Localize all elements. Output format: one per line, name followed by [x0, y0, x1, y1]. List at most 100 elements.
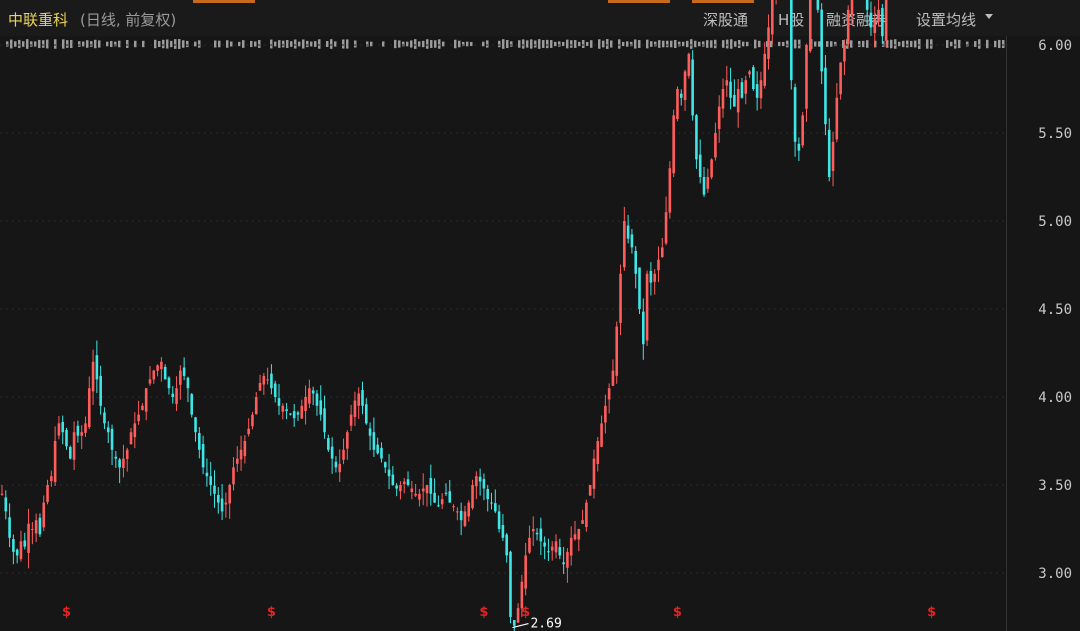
- candle-body: [505, 534, 508, 556]
- candle-body: [736, 89, 740, 113]
- event-marker[interactable]: $: [927, 605, 936, 620]
- candlestick: [486, 485, 490, 512]
- candlestick: [258, 374, 262, 392]
- candlestick: [99, 365, 102, 415]
- candlestick: [797, 137, 801, 162]
- candlestick: [65, 427, 68, 450]
- candlestick: [881, 4, 884, 44]
- candle-body: [839, 62, 842, 95]
- candle-body: [277, 398, 281, 406]
- event-marker[interactable]: $: [673, 605, 682, 620]
- candle-body: [8, 517, 11, 538]
- candle-body: [475, 476, 478, 487]
- candle-body: [103, 412, 106, 424]
- candlestick: [440, 493, 444, 510]
- candle-body: [156, 365, 159, 371]
- candle-body: [459, 510, 463, 521]
- candle-body: [213, 485, 216, 494]
- candle-body: [755, 84, 759, 98]
- candlestick: [122, 444, 125, 478]
- candle-body: [144, 388, 148, 412]
- candle-body: [258, 382, 262, 391]
- candle-body: [167, 377, 171, 389]
- candle-body: [220, 498, 224, 512]
- candle-body: [361, 390, 364, 406]
- candle-body: [300, 405, 304, 419]
- candle-body: [125, 449, 129, 460]
- candle-body: [562, 562, 565, 565]
- candle-body: [175, 388, 178, 404]
- candlestick: [190, 392, 194, 418]
- candlestick: [721, 78, 725, 118]
- candlestick: [839, 62, 842, 100]
- candle-body: [330, 446, 334, 459]
- candle-body: [182, 367, 186, 376]
- candlestick: [623, 206, 626, 271]
- candle-body: [387, 469, 391, 477]
- candlestick: [478, 468, 482, 496]
- candle-body: [759, 80, 763, 99]
- candlestick: [820, 3, 823, 85]
- candlestick: [528, 525, 531, 554]
- candle-body: [137, 414, 140, 422]
- event-marker[interactable]: $: [521, 605, 530, 620]
- candle-body: [827, 129, 831, 177]
- candlestick: [505, 532, 508, 563]
- candle-body: [456, 511, 459, 513]
- candle-body: [292, 411, 296, 419]
- candlestick: [209, 461, 213, 496]
- candlestick: [698, 139, 702, 184]
- candlestick: [315, 389, 319, 416]
- candle-body: [816, 0, 820, 10]
- candlestick: [103, 407, 106, 430]
- candlestick: [357, 387, 360, 419]
- candlestick: [566, 548, 569, 583]
- candlestick: [383, 461, 387, 473]
- candle-body: [645, 273, 649, 341]
- candle-body: [494, 503, 497, 512]
- candlestick: [452, 504, 455, 512]
- candlestick: [243, 435, 247, 464]
- candle-body: [437, 505, 440, 507]
- candle-body: [12, 539, 15, 552]
- candle-body: [558, 547, 562, 556]
- candlestick: [736, 78, 740, 128]
- candlestick: [683, 69, 687, 111]
- candle-body: [4, 497, 8, 512]
- candle-body: [592, 458, 596, 489]
- candle-body: [615, 326, 619, 376]
- candlestick: [801, 111, 804, 148]
- candle-body: [69, 446, 72, 459]
- candle-body: [110, 428, 114, 450]
- candlestick: [846, 5, 850, 47]
- candlestick: [133, 412, 137, 449]
- candlestick: [775, 0, 777, 5]
- candlestick: [156, 364, 159, 377]
- y-tick-label: 3.50: [1038, 478, 1072, 494]
- candlestick: [835, 83, 839, 143]
- candle-body: [554, 541, 558, 553]
- candlestick: [406, 471, 410, 487]
- candlestick: [604, 394, 607, 434]
- candlestick: [638, 267, 641, 315]
- candle-body: [323, 408, 326, 433]
- candlestick: [95, 340, 99, 394]
- candlestick: [152, 369, 156, 384]
- candlestick: [289, 413, 292, 416]
- candlestick: [50, 470, 53, 487]
- candlestick: [34, 513, 38, 543]
- candle-body: [141, 405, 144, 410]
- candlestick: [201, 435, 205, 475]
- candle-body: [270, 373, 273, 389]
- candle-body: [531, 529, 535, 532]
- candle-body: [509, 551, 512, 617]
- candlestick: [380, 442, 383, 463]
- candlestick: [273, 380, 277, 403]
- event-marker[interactable]: $: [479, 605, 488, 620]
- candlestick: [679, 89, 683, 106]
- candlestick: [91, 349, 95, 406]
- event-marker[interactable]: $: [62, 605, 71, 620]
- candle-body: [152, 370, 156, 380]
- event-marker[interactable]: $: [267, 605, 276, 620]
- price-chart[interactable]: 3.003.504.004.505.005.506.006.507.007.50…: [0, 0, 1080, 631]
